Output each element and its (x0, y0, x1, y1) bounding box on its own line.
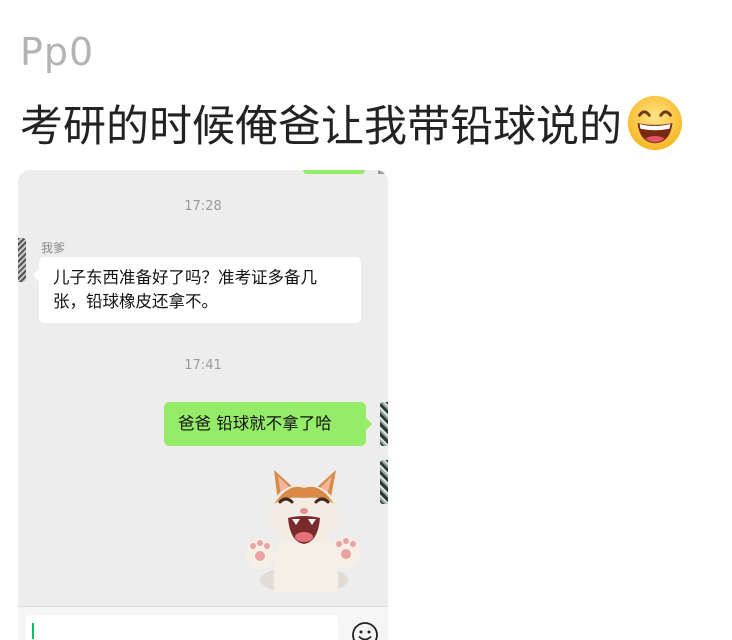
post-title-text: 考研的时候俺爸让我带铅球说的 (20, 102, 622, 152)
laughing-cat-sticker[interactable] (244, 462, 362, 592)
grinning-face-emoji-icon (627, 95, 683, 151)
self-avatar[interactable] (380, 460, 388, 504)
previous-avatar (378, 170, 386, 174)
post-username[interactable]: Pp0 (20, 30, 94, 74)
message-input[interactable] (26, 615, 338, 640)
smiley-face-icon[interactable] (351, 621, 379, 640)
self-avatar[interactable] (380, 402, 388, 446)
outgoing-message-bubble[interactable]: 爸爸 铅球就不拿了哈 (164, 402, 372, 446)
chat-input-bar (18, 606, 388, 640)
sender-name: 我爹 (41, 241, 66, 255)
sender-avatar[interactable] (18, 238, 26, 282)
incoming-message-bubble[interactable]: 儿子东西准备好了吗？准考证多备几 张，铅球橡皮还拿不。 (33, 257, 361, 323)
chat-screenshot: 17:28 我爹 儿子东西准备好了吗？准考证多备几 张，铅球橡皮还拿不。 17:… (18, 170, 388, 640)
previous-message-bubble (303, 170, 365, 174)
text-cursor (32, 623, 34, 639)
message-line: 张，铅球橡皮还拿不。 (53, 292, 218, 311)
timestamp: 17:28 (184, 199, 222, 214)
timestamp: 17:41 (184, 358, 222, 373)
post-title: 考研的时候俺爸让我带铅球说的 (20, 92, 684, 154)
message-line: 儿子东西准备好了吗？准考证多备几 (53, 268, 317, 287)
message-text: 爸爸 铅球就不拿了哈 (178, 414, 332, 433)
